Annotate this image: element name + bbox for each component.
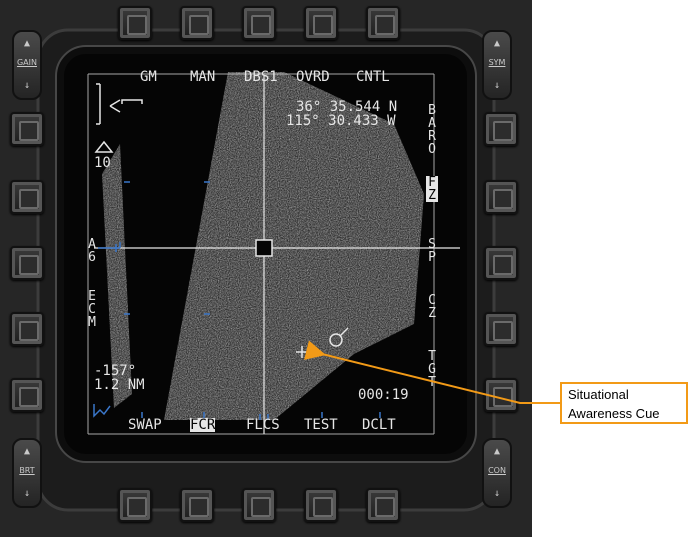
rocker-up-icon[interactable]: ▲ [14, 442, 40, 462]
osb-left-4[interactable] [10, 312, 44, 346]
range-value: 10 [94, 155, 111, 171]
bearing-readout: -157° [94, 363, 137, 379]
osb-top-5[interactable] [366, 6, 400, 40]
multifunction-display: ▲ GAIN ↓ ▲ SYM ↓ ▲ BRT ↓ ▲ CON ↓ GM MAN … [0, 0, 532, 537]
baro-label: BARO [428, 103, 436, 157]
gain-label: GAIN [16, 58, 37, 67]
osb-right-5[interactable] [484, 378, 518, 412]
osb-bottom-2[interactable] [180, 488, 214, 522]
callout-line-1: Situational [568, 387, 629, 402]
osb-top-1[interactable] [118, 6, 152, 40]
brt-label: BRT [19, 466, 35, 475]
osb-top-2[interactable] [180, 6, 214, 40]
distance-readout: 1.2 NM [94, 377, 145, 393]
osb-top-3[interactable] [242, 6, 276, 40]
rocker-down-icon[interactable]: ↓ [14, 76, 40, 96]
osb-label-test: TEST [304, 417, 338, 433]
osb-label-cntl: CNTL [356, 69, 390, 85]
sym-label: SYM [488, 58, 506, 67]
osb-left-3[interactable] [10, 246, 44, 280]
osb-label-swap: SWAP [128, 417, 162, 433]
tgt-label: TGT [428, 349, 436, 390]
osb-top-4[interactable] [304, 6, 338, 40]
osb-label-man: MAN [190, 69, 216, 85]
range-up-icon[interactable] [94, 140, 114, 153]
radar-screen: GM MAN DBS1 OVRD CNTL 36° 35.544 N 115° … [64, 54, 467, 454]
gain-rocker[interactable]: ▲ GAIN ↓ [12, 30, 42, 100]
osb-label-dclt: DCLT [362, 417, 396, 433]
sym-rocker[interactable]: ▲ SYM ↓ [482, 30, 512, 100]
sp-label: SP [428, 237, 436, 265]
osb-label-ovrd: OVRD [296, 69, 330, 85]
rocker-down-icon[interactable]: ↓ [484, 76, 510, 96]
osb-left-5[interactable] [10, 378, 44, 412]
cz-label: CZ [428, 293, 436, 321]
osb-left-1[interactable] [10, 112, 44, 146]
osb-right-3[interactable] [484, 246, 518, 280]
scale-bracket [96, 83, 143, 125]
osb-bottom-1[interactable] [118, 488, 152, 522]
rocker-down-icon[interactable]: ↓ [484, 484, 510, 504]
osb-right-1[interactable] [484, 112, 518, 146]
antenna-elevation-icon [93, 404, 111, 418]
longitude-readout: 115° 30.433 W [286, 113, 396, 129]
callout-box: Situational Awareness Cue [560, 382, 688, 424]
con-label: CON [488, 466, 506, 475]
osb-bottom-5[interactable] [366, 488, 400, 522]
osb-bottom-3[interactable] [242, 488, 276, 522]
ecm-label: ECM [88, 289, 96, 330]
brt-rocker[interactable]: ▲ BRT ↓ [12, 438, 42, 508]
latitude-readout: 36° 35.544 N [296, 99, 398, 115]
center-cursor-box [255, 239, 273, 257]
rocker-up-icon[interactable]: ▲ [484, 34, 510, 54]
fz-label: FZ [426, 176, 438, 202]
azimuth-label: A6 [88, 237, 96, 265]
callout-line-2: Awareness Cue [568, 406, 660, 421]
osb-label-gm: GM [140, 69, 157, 85]
elapsed-timer: 000:19 [358, 387, 409, 403]
osb-label-flcs: FLCS [246, 417, 280, 433]
osb-right-4[interactable] [484, 312, 518, 346]
rocker-up-icon[interactable]: ▲ [14, 34, 40, 54]
con-rocker[interactable]: ▲ CON ↓ [482, 438, 512, 508]
osb-left-2[interactable] [10, 180, 44, 214]
osb-label-fcr: FCR [190, 417, 216, 433]
osb-right-2[interactable] [484, 180, 518, 214]
osb-bottom-4[interactable] [304, 488, 338, 522]
osb-label-dbs1: DBS1 [244, 69, 278, 85]
rocker-up-icon[interactable]: ▲ [484, 442, 510, 462]
rocker-down-icon[interactable]: ↓ [14, 484, 40, 504]
